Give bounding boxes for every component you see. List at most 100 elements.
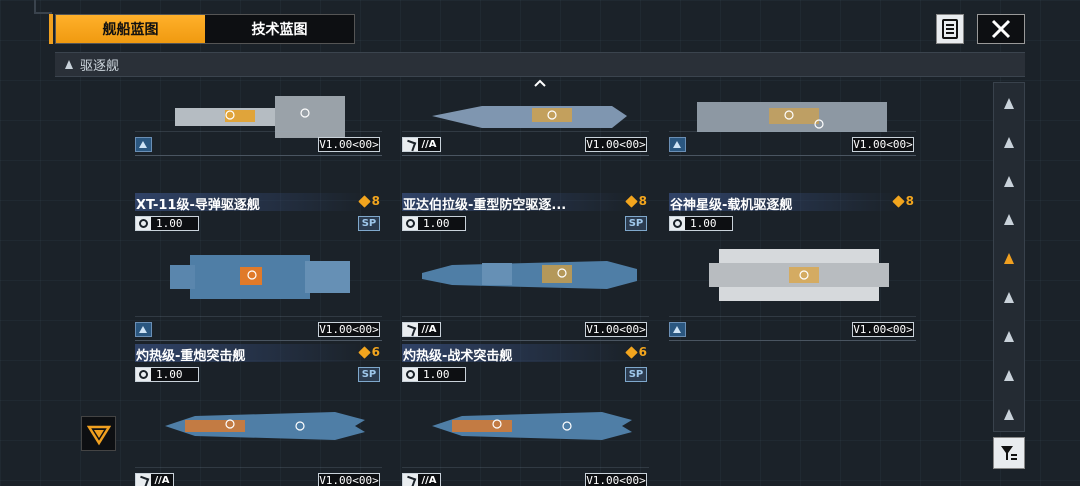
- stat-value: 1.00: [151, 217, 198, 230]
- card-footer: V1.00<00>: [135, 321, 382, 341]
- destroyer-icon: [1004, 252, 1014, 264]
- badge-text: //A: [418, 323, 440, 336]
- class-badge: //A: [402, 137, 441, 152]
- badge-text: //A: [418, 474, 440, 486]
- blueprint-line: [402, 131, 649, 132]
- version-label: V1.00<00>: [318, 322, 380, 337]
- card-footer: V1.00<00>: [135, 136, 382, 156]
- ship-class-1-icon: [1004, 97, 1014, 109]
- card-footer: //A V1.00<00>: [402, 321, 649, 341]
- class-badge: [669, 137, 686, 152]
- ship-image: [165, 412, 365, 440]
- blueprint-card[interactable]: 亚达伯拉级-重型防空驱逐... 8 1.00 SP //A V1.00<00>: [402, 193, 649, 341]
- card-header: 谷神星级-载机驱逐舰 8: [669, 193, 916, 213]
- stat-box: 1.00: [402, 216, 466, 231]
- cost: 8: [357, 194, 380, 208]
- sp-badge: SP: [358, 216, 380, 231]
- ship-name: XT-11级-导弹驱逐舰: [136, 198, 260, 213]
- blueprint-card[interactable]: XT-11级-导弹驱逐舰 8 1.00 SP V1.00<00>: [135, 193, 382, 341]
- cost: 6: [357, 345, 380, 359]
- blueprint-card[interactable]: 谷神星级-载机驱逐舰 8 1.00 V1.00<00>: [669, 193, 916, 341]
- blueprint-card-top-2[interactable]: //A V1.00<00>: [402, 78, 649, 156]
- class-icon: [136, 138, 151, 151]
- tab-tech-blueprints[interactable]: 技术蓝图: [205, 15, 354, 43]
- stat-value: 1.00: [685, 217, 732, 230]
- cost-cube-icon: [357, 194, 371, 208]
- close-button[interactable]: [977, 14, 1025, 44]
- top-bar: 舰船蓝图 技术蓝图: [49, 14, 1025, 46]
- rail-item[interactable]: [994, 283, 1024, 311]
- version-label: V1.00<00>: [585, 473, 647, 486]
- blueprint-line: [135, 131, 382, 132]
- cost-value: 8: [371, 194, 380, 208]
- blueprint-card-top-1[interactable]: V1.00<00>: [135, 78, 382, 156]
- ship-image: [422, 261, 637, 289]
- class-badge: [135, 137, 152, 152]
- version-label: V1.00<00>: [852, 137, 914, 152]
- ship-class-2-icon: [1004, 136, 1014, 148]
- card-header: XT-11级-导弹驱逐舰 8: [135, 193, 382, 213]
- class-icon: [403, 474, 418, 486]
- stat-box: 1.00: [669, 216, 733, 231]
- blueprint-card[interactable]: 灼热级-重炮突击舰 6 1.00 SP //A V1.00<00>: [135, 344, 382, 486]
- rail-item[interactable]: [994, 167, 1024, 195]
- class-badge: //A: [135, 473, 174, 486]
- card-footer: //A V1.00<00>: [135, 472, 382, 486]
- ship-class-8-icon: [1004, 369, 1014, 381]
- class-icon: [403, 138, 418, 151]
- document-icon: [942, 19, 958, 39]
- ship-class-rail: [993, 82, 1025, 432]
- rail-item[interactable]: [994, 322, 1024, 350]
- rail-item[interactable]: [994, 128, 1024, 156]
- stat-box: 1.00: [135, 367, 199, 382]
- stat-box: 1.00: [135, 216, 199, 231]
- ship-class-4-icon: [1004, 213, 1014, 225]
- sp-badge: SP: [625, 216, 647, 231]
- blueprint-line: [669, 316, 916, 317]
- card-header: 灼热级-重炮突击舰 6: [135, 344, 382, 364]
- rail-item[interactable]: [994, 205, 1024, 233]
- close-icon: [991, 19, 1011, 39]
- rail-item-destroyer[interactable]: [994, 244, 1024, 272]
- blueprint-card-top-3[interactable]: V1.00<00>: [669, 78, 916, 156]
- cost-value: 6: [638, 345, 647, 359]
- blueprint-card[interactable]: 灼热级-战术突击舰 6 1.00 SP //A V1.00<00>: [402, 344, 649, 486]
- card-footer: V1.00<00>: [669, 136, 916, 156]
- ship-image: [432, 412, 632, 440]
- rail-item[interactable]: [994, 400, 1024, 428]
- ship-name: 亚达伯拉级-重型防空驱逐...: [403, 198, 567, 213]
- cost-cube-icon: [357, 345, 371, 359]
- tab-group: 舰船蓝图 技术蓝图: [55, 14, 355, 44]
- badge-text: //A: [418, 138, 440, 151]
- tab-marker: [49, 14, 53, 44]
- stat-icon: [670, 217, 685, 230]
- class-badge: //A: [402, 322, 441, 337]
- blueprint-line: [402, 316, 649, 317]
- frigate-icon: [1004, 291, 1014, 303]
- cost-value: 8: [905, 194, 914, 208]
- card-footer: //A V1.00<00>: [402, 136, 649, 156]
- rail-item[interactable]: [994, 361, 1024, 389]
- faction-emblem-button[interactable]: [81, 416, 116, 451]
- cost-cube-icon: [624, 194, 638, 208]
- stat-value: 1.00: [418, 368, 465, 381]
- blueprint-line: [135, 467, 382, 468]
- document-button[interactable]: [936, 14, 964, 44]
- ship-class-7-icon: [1004, 330, 1014, 342]
- blueprint-line: [669, 131, 916, 132]
- cost-value: 8: [638, 194, 647, 208]
- category-label: 驱逐舰: [80, 59, 120, 74]
- faction-emblem-icon: [86, 425, 111, 445]
- version-label: V1.00<00>: [585, 137, 647, 152]
- tab-ship-blueprints[interactable]: 舰船蓝图: [56, 15, 205, 43]
- class-icon: [670, 323, 685, 336]
- rail-item[interactable]: [994, 89, 1024, 117]
- ship-class-9-icon: [1004, 408, 1014, 420]
- filter-button[interactable]: [993, 437, 1025, 469]
- ship-name: 谷神星级-载机驱逐舰: [670, 198, 793, 213]
- stat-icon: [136, 368, 151, 381]
- class-icon: [403, 323, 418, 336]
- ship-image: [170, 255, 350, 299]
- cost-value: 6: [371, 345, 380, 359]
- cost: 8: [891, 194, 914, 208]
